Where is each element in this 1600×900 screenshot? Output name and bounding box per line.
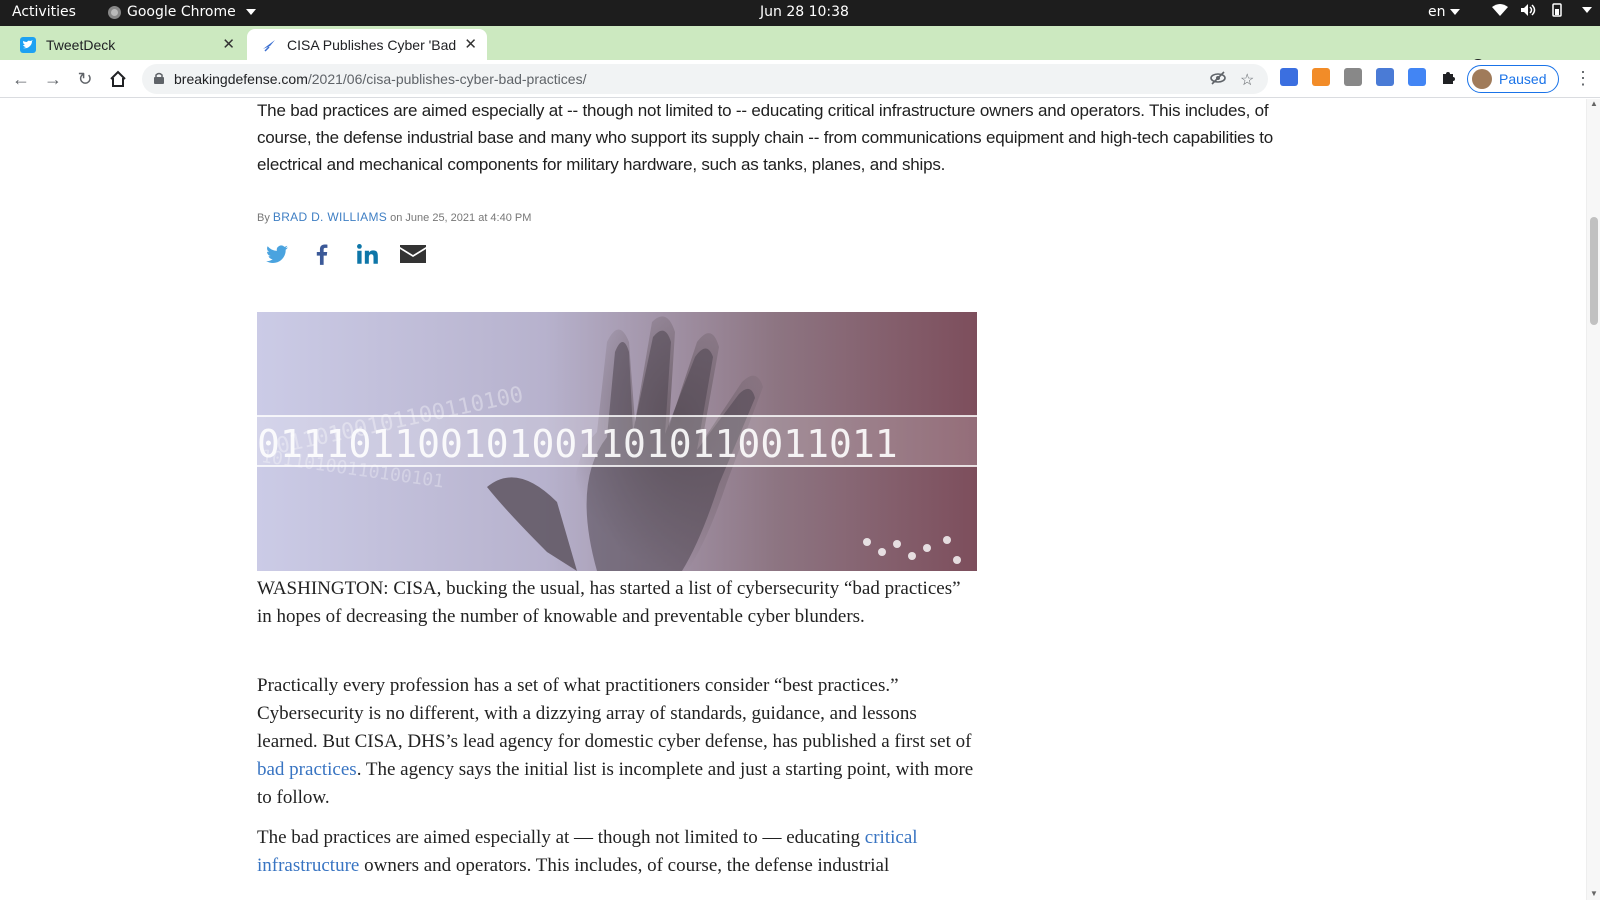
extensions-puzzle-icon[interactable] bbox=[1440, 68, 1458, 86]
scrollbar-thumb[interactable] bbox=[1590, 217, 1598, 325]
battery-icon bbox=[1552, 3, 1562, 17]
chrome-icon bbox=[108, 5, 121, 19]
chevron-down-icon bbox=[245, 9, 256, 15]
browser-toolbar: ← → ↻ breakingdefense.com/2021/06/cisa-p… bbox=[0, 60, 1600, 98]
bad-practices-link[interactable]: bad practices bbox=[257, 759, 357, 780]
share-facebook-icon[interactable] bbox=[309, 241, 335, 267]
language-indicator[interactable]: en bbox=[1428, 4, 1460, 20]
extension-graduation-icon[interactable] bbox=[1280, 68, 1298, 86]
paragraph-text: . The agency says the initial list is in… bbox=[257, 759, 974, 808]
by-label: By bbox=[257, 212, 270, 224]
url-path: /2021/06/cisa-publishes-cyber-bad-practi… bbox=[307, 71, 587, 87]
tab-tweetdeck[interactable]: TweetDeck ✕ bbox=[20, 29, 245, 60]
volume-icon bbox=[1521, 4, 1536, 16]
author-link[interactable]: BRAD D. WILLIAMS bbox=[273, 210, 387, 224]
close-tab-icon[interactable]: ✕ bbox=[464, 35, 477, 53]
article-paragraph: Practically every profession has a set o… bbox=[257, 672, 977, 812]
paragraph-text: owners and operators. This includes, of … bbox=[359, 855, 890, 876]
extension-puzzle-gray-icon[interactable] bbox=[1344, 68, 1362, 86]
reload-icon[interactable]: ↻ bbox=[73, 67, 97, 91]
profile-button[interactable]: Paused bbox=[1467, 65, 1559, 93]
close-tab-icon[interactable]: ✕ bbox=[222, 35, 235, 53]
url-host: breakingdefense.com bbox=[174, 71, 308, 87]
scroll-up-arrow-icon[interactable]: ▲ bbox=[1590, 99, 1598, 108]
url-text: breakingdefense.com/2021/06/cisa-publish… bbox=[174, 71, 586, 87]
byline: By BRAD D. WILLIAMS on June 25, 2021 at … bbox=[257, 210, 531, 224]
more-menu-icon[interactable]: ⋮ bbox=[1574, 68, 1592, 89]
share-email-icon[interactable] bbox=[399, 241, 426, 267]
hero-image: 0110100101100110100 10110100110100101 01… bbox=[257, 312, 977, 571]
paragraph-text: The bad practices are aimed especially a… bbox=[257, 827, 865, 848]
lock-icon bbox=[154, 72, 164, 84]
google-translate-icon[interactable] bbox=[1408, 68, 1426, 86]
forward-icon[interactable]: → bbox=[41, 67, 65, 91]
avatar bbox=[1472, 69, 1492, 89]
twitter-bird-icon bbox=[20, 36, 36, 53]
page-content: The bad practices are aimed especially a… bbox=[0, 99, 1586, 900]
article-dek: The bad practices are aimed especially a… bbox=[257, 101, 1274, 174]
tab-cisa-article[interactable]: CISA Publishes Cyber 'Bad ✕ bbox=[247, 29, 487, 60]
activities-button[interactable]: Activities bbox=[12, 4, 76, 20]
tab-title: TweetDeck bbox=[46, 36, 116, 53]
clock[interactable]: Jun 28 10:38 bbox=[760, 4, 849, 20]
tab-strip: TweetDeck ✕ CISA Publishes Cyber 'Bad ✕ … bbox=[0, 26, 1600, 81]
breaking-defense-icon bbox=[261, 37, 277, 53]
app-name: Google Chrome bbox=[127, 4, 236, 20]
language-label: en bbox=[1428, 4, 1446, 20]
home-icon[interactable] bbox=[106, 67, 130, 91]
system-tray[interactable] bbox=[1492, 3, 1592, 17]
screenshot-camera-icon[interactable] bbox=[1376, 68, 1394, 86]
page-scrollbar[interactable]: ▲ ▼ bbox=[1586, 99, 1600, 900]
bookmark-star-icon[interactable]: ☆ bbox=[1240, 70, 1254, 90]
scroll-down-arrow-icon[interactable]: ▼ bbox=[1590, 889, 1598, 898]
system-top-bar: Activities Google Chrome Jun 28 10:38 en bbox=[0, 0, 1600, 26]
publish-date: on June 25, 2021 at 4:40 PM bbox=[390, 212, 532, 224]
profile-status: Paused bbox=[1499, 71, 1547, 87]
chevron-down-icon bbox=[1449, 9, 1460, 15]
app-menu[interactable]: Google Chrome bbox=[108, 4, 256, 20]
tracking-blocked-icon[interactable] bbox=[1210, 70, 1226, 91]
hero-binary-text: 0111011001010011010110011011 bbox=[257, 422, 898, 466]
share-linkedin-icon[interactable] bbox=[354, 241, 380, 267]
share-twitter-icon[interactable] bbox=[264, 241, 290, 267]
paragraph-text: Practically every profession has a set o… bbox=[257, 675, 972, 752]
back-icon[interactable]: ← bbox=[9, 67, 33, 91]
wifi-icon bbox=[1492, 4, 1508, 16]
article-paragraph: The bad practices are aimed especially a… bbox=[257, 824, 977, 880]
article-paragraph: WASHINGTON: CISA, bucking the usual, has… bbox=[257, 578, 961, 627]
chevron-down-icon bbox=[1582, 7, 1592, 13]
tab-title: CISA Publishes Cyber 'Bad bbox=[287, 36, 457, 53]
binary-hand-illustration: 0110100101100110100 10110100110100101 01… bbox=[257, 316, 977, 571]
rss-icon[interactable] bbox=[1312, 68, 1330, 86]
address-bar[interactable]: breakingdefense.com/2021/06/cisa-publish… bbox=[142, 64, 1268, 94]
